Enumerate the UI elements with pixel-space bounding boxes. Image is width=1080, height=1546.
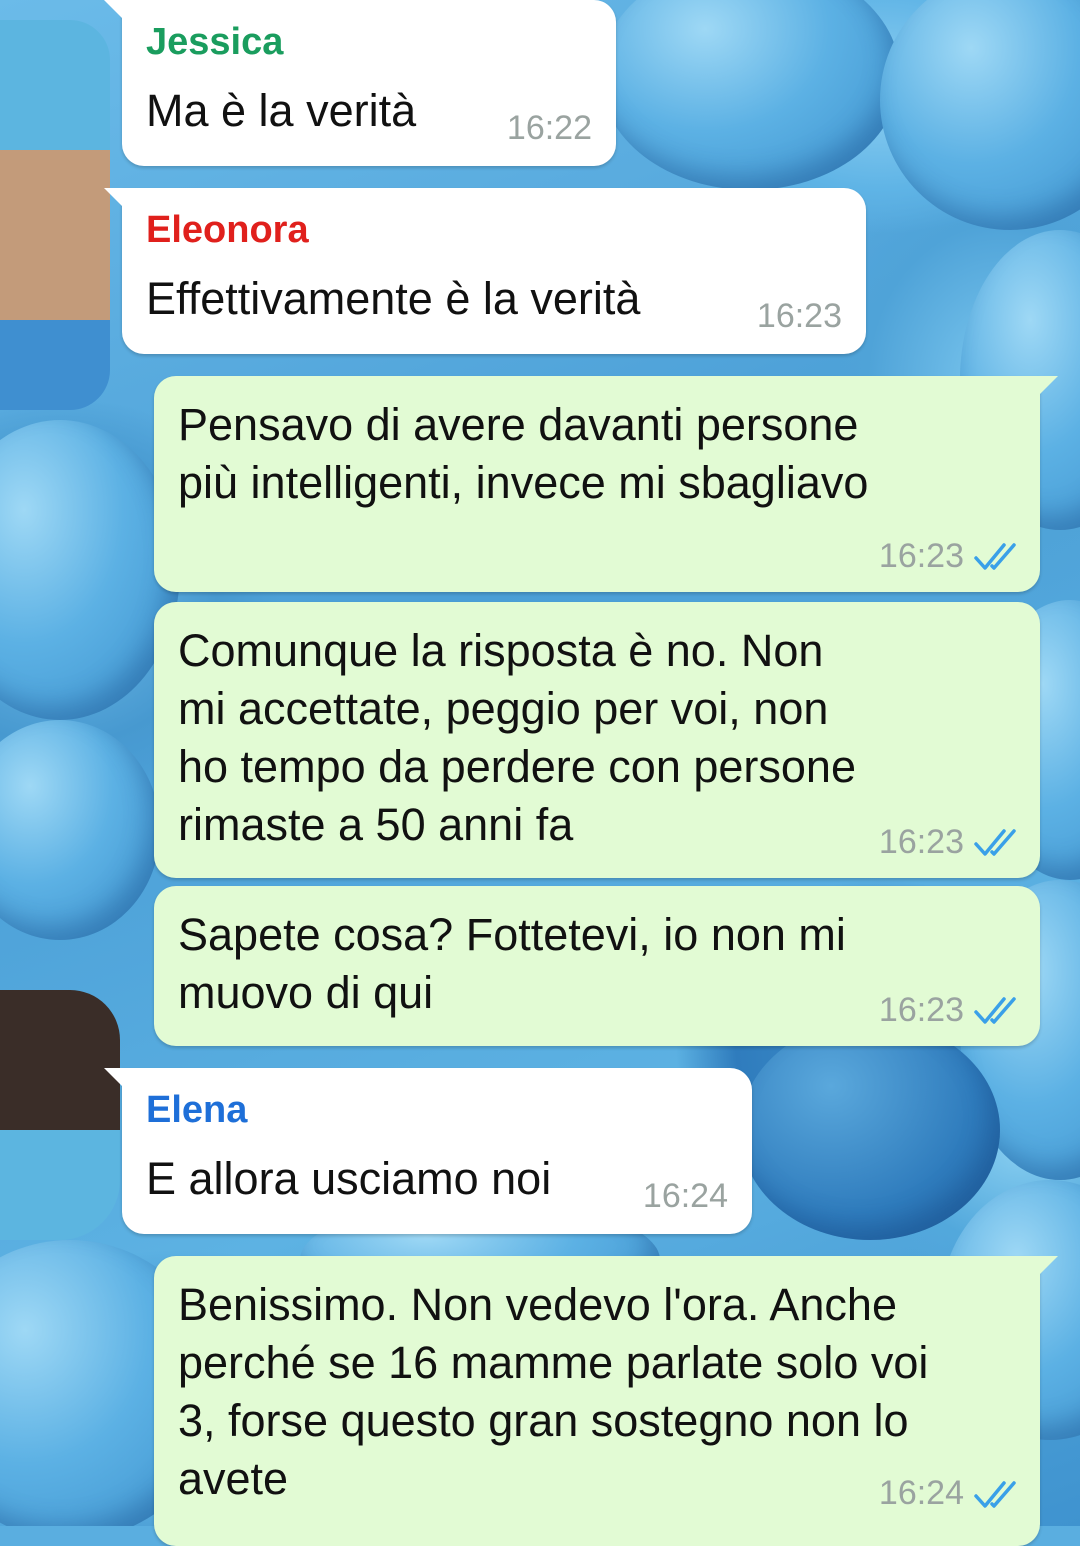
- message-bubble-incoming[interactable]: Jessica Ma è la verità 16:22: [104, 0, 616, 166]
- message-time: 16:23: [756, 297, 842, 335]
- sender-name: Jessica: [146, 21, 284, 63]
- message-bubble-incoming[interactable]: Eleonora Effettivamente è la verità 16:2…: [104, 188, 866, 354]
- message-bubble-outgoing[interactable]: Sapete cosa? Fottetevi, io non mi muovo …: [154, 886, 1040, 1046]
- message-text: Ma è la verità: [146, 85, 417, 136]
- message-time: 16:23: [878, 991, 964, 1029]
- sender-name: Eleonora: [146, 209, 309, 251]
- message-text: E allora usciamo noi: [146, 1153, 552, 1204]
- message-bubble-incoming[interactable]: Elena E allora usciamo noi 16:24: [104, 1068, 752, 1234]
- message-time: 16:24: [878, 1474, 964, 1512]
- message-text: Comunque la risposta è no. Non mi accett…: [178, 625, 856, 850]
- message-text: Effettivamente è la verità: [146, 273, 641, 324]
- message-time: 16:24: [642, 1177, 728, 1215]
- double-check-read-icon: [974, 997, 1016, 1024]
- message-time: 16:23: [878, 537, 964, 575]
- sender-avatar-redacted[interactable]: [0, 990, 120, 1240]
- double-check-read-icon: [974, 1481, 1016, 1508]
- message-time: 16:23: [878, 823, 964, 861]
- sender-name: Elena: [146, 1089, 248, 1131]
- double-check-read-icon: [974, 829, 1016, 856]
- message-bubble-outgoing[interactable]: Comunque la risposta è no. Non mi accett…: [154, 602, 1040, 878]
- message-bubble-outgoing[interactable]: Pensavo di avere davanti persone più int…: [154, 376, 1058, 592]
- sender-avatar-redacted[interactable]: [0, 20, 110, 410]
- message-text: Sapete cosa? Fottetevi, io non mi muovo …: [178, 909, 846, 1018]
- double-check-read-icon: [974, 543, 1016, 570]
- message-text: Pensavo di avere davanti persone più int…: [178, 399, 869, 508]
- message-text: Benissimo. Non vedevo l'ora. Anche perch…: [178, 1279, 929, 1504]
- message-bubble-outgoing[interactable]: Benissimo. Non vedevo l'ora. Anche perch…: [154, 1256, 1058, 1546]
- message-time: 16:22: [506, 109, 592, 147]
